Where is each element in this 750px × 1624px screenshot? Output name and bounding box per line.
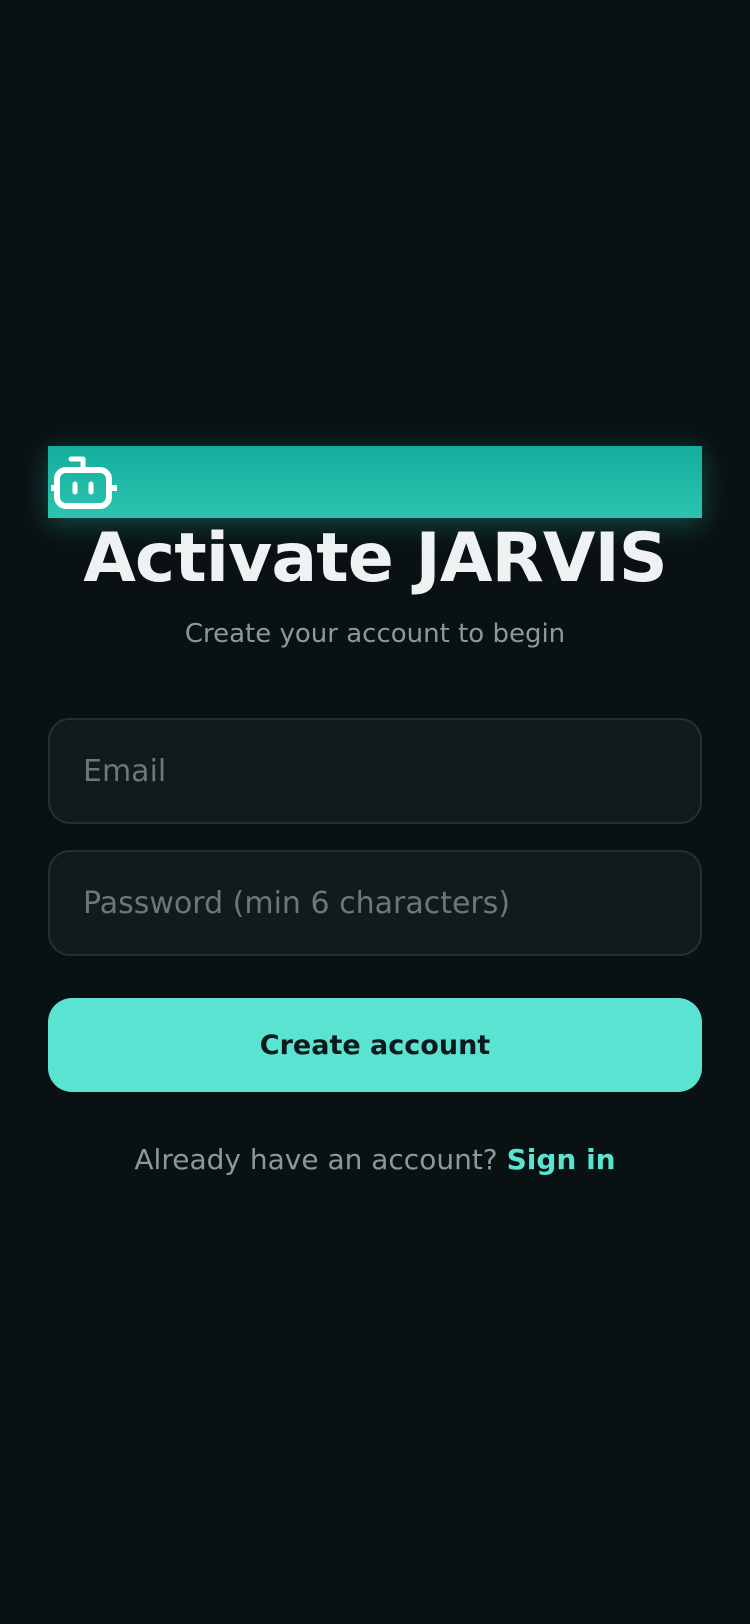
create-account-button[interactable]: Create account [48, 998, 702, 1092]
page-title: Activate JARVIS [83, 519, 667, 598]
page-subtitle: Create your account to begin [184, 619, 566, 649]
signin-prompt-text: Already have an account? [134, 1143, 498, 1176]
signin-link[interactable]: Sign in [507, 1143, 616, 1176]
logo-banner [48, 446, 702, 518]
email-field[interactable] [48, 718, 702, 824]
robot-icon [51, 456, 117, 509]
password-field[interactable] [48, 850, 702, 956]
signin-prompt-row: Already have an account? Sign in [0, 1140, 750, 1180]
